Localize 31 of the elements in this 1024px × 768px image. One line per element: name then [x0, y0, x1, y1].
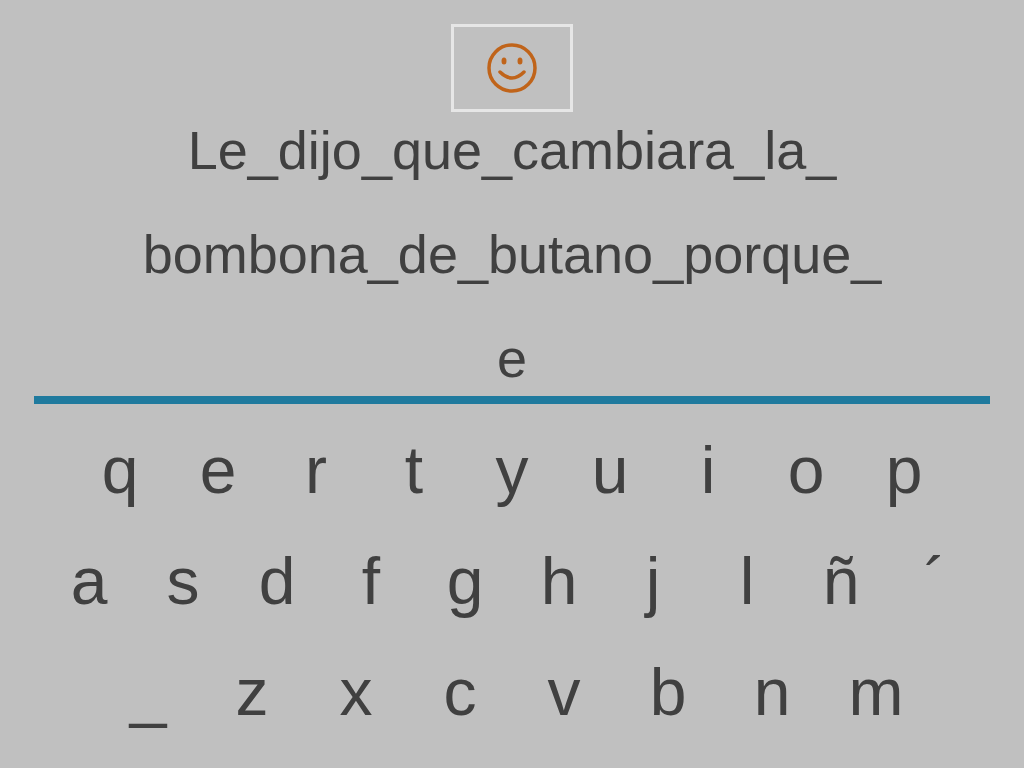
- letter-key[interactable]: t: [365, 429, 463, 510]
- smiley-icon: [486, 42, 538, 94]
- letter-key[interactable]: y: [463, 429, 561, 510]
- letter-key[interactable]: p: [855, 429, 953, 510]
- letter-key[interactable]: b: [616, 651, 720, 732]
- letter-key[interactable]: v: [512, 651, 616, 732]
- letter-key[interactable]: z: [200, 651, 304, 732]
- letter-key[interactable]: _: [96, 651, 200, 732]
- letter-key[interactable]: s: [136, 540, 230, 621]
- letter-key[interactable]: f: [324, 540, 418, 621]
- sentence-text: Le_dijo_que_cambiara_la_: [187, 119, 837, 182]
- sentence-text: e: [496, 327, 527, 390]
- letter-key[interactable]: ñ: [794, 540, 888, 621]
- letter-key[interactable]: j: [606, 540, 700, 621]
- letter-key[interactable]: ´: [888, 540, 982, 621]
- letter-key[interactable]: u: [561, 429, 659, 510]
- sentence-text: bombona_de_butano_porque_: [142, 223, 882, 286]
- letter-key[interactable]: r: [267, 429, 365, 510]
- letter-key[interactable]: q: [71, 429, 169, 510]
- letter-key[interactable]: i: [659, 429, 757, 510]
- letter-key[interactable]: d: [230, 540, 324, 621]
- letter-key[interactable]: h: [512, 540, 606, 621]
- letter-key[interactable]: x: [304, 651, 408, 732]
- letter-key[interactable]: a: [42, 540, 136, 621]
- letter-key[interactable]: m: [824, 651, 928, 732]
- letter-key[interactable]: o: [757, 429, 855, 510]
- letter-key[interactable]: n: [720, 651, 824, 732]
- letter-key[interactable]: c: [408, 651, 512, 732]
- letter-key[interactable]: g: [418, 540, 512, 621]
- letter-key[interactable]: l: [700, 540, 794, 621]
- letter-key[interactable]: e: [169, 429, 267, 510]
